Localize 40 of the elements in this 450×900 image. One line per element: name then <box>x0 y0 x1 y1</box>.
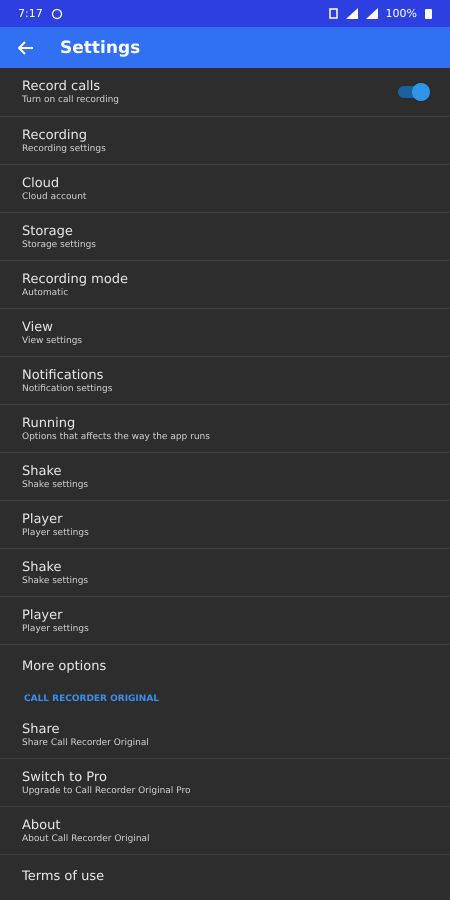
back-button[interactable] <box>18 40 34 54</box>
setting-summary: Storage settings <box>22 240 97 250</box>
setting-summary: Share Call Recorder Original <box>22 738 150 748</box>
setting-summary: Options that affects the way the app runs <box>22 432 211 442</box>
setting-title: Cloud <box>22 176 60 190</box>
setting-title: About <box>22 818 62 832</box>
battery-level: 100% <box>386 7 417 20</box>
setting-summary: Cloud account <box>22 192 88 202</box>
status-time: 7:17 <box>18 7 43 20</box>
setting-title: Player <box>22 608 64 622</box>
setting-summary: Player settings <box>22 528 90 538</box>
setting-summary: Recording settings <box>22 144 107 154</box>
setting-title: Recording mode <box>22 272 130 286</box>
setting-summary: Player settings <box>22 624 90 634</box>
setting-title: Notifications <box>22 368 104 382</box>
setting-title: Record calls <box>22 79 102 94</box>
screen-title: Settings <box>60 38 140 58</box>
setting-summary: Automatic <box>22 288 70 298</box>
setting-title: Player <box>22 512 64 526</box>
setting-summary: Shake settings <box>22 576 90 586</box>
setting-summary: Shake settings <box>22 480 90 490</box>
signal-icon <box>366 8 378 19</box>
setting-title: View <box>22 320 54 334</box>
battery-icon <box>425 8 432 19</box>
setting-summary: Turn on call recording <box>22 95 120 105</box>
section-header: CALL RECORDER ORIGINAL <box>23 694 160 704</box>
back-arrow-icon <box>18 40 34 54</box>
setting-title: Recording <box>22 128 88 142</box>
setting-summary: Notification settings <box>22 384 114 394</box>
setting-title: Share <box>22 722 61 736</box>
setting-summary: View settings <box>22 336 84 346</box>
setting-summary: About Call Recorder Original <box>22 834 151 844</box>
setting-summary: Upgrade to Call Recorder Original Pro <box>22 786 192 796</box>
setting-title: Shake <box>22 464 63 478</box>
setting-title: Shake <box>22 560 63 574</box>
signal-icon <box>346 8 358 19</box>
toggle-switch[interactable] <box>398 86 428 98</box>
setting-title: Switch to Pro <box>22 770 108 784</box>
setting-title: Storage <box>22 224 74 238</box>
setting-title: Running <box>22 416 76 430</box>
